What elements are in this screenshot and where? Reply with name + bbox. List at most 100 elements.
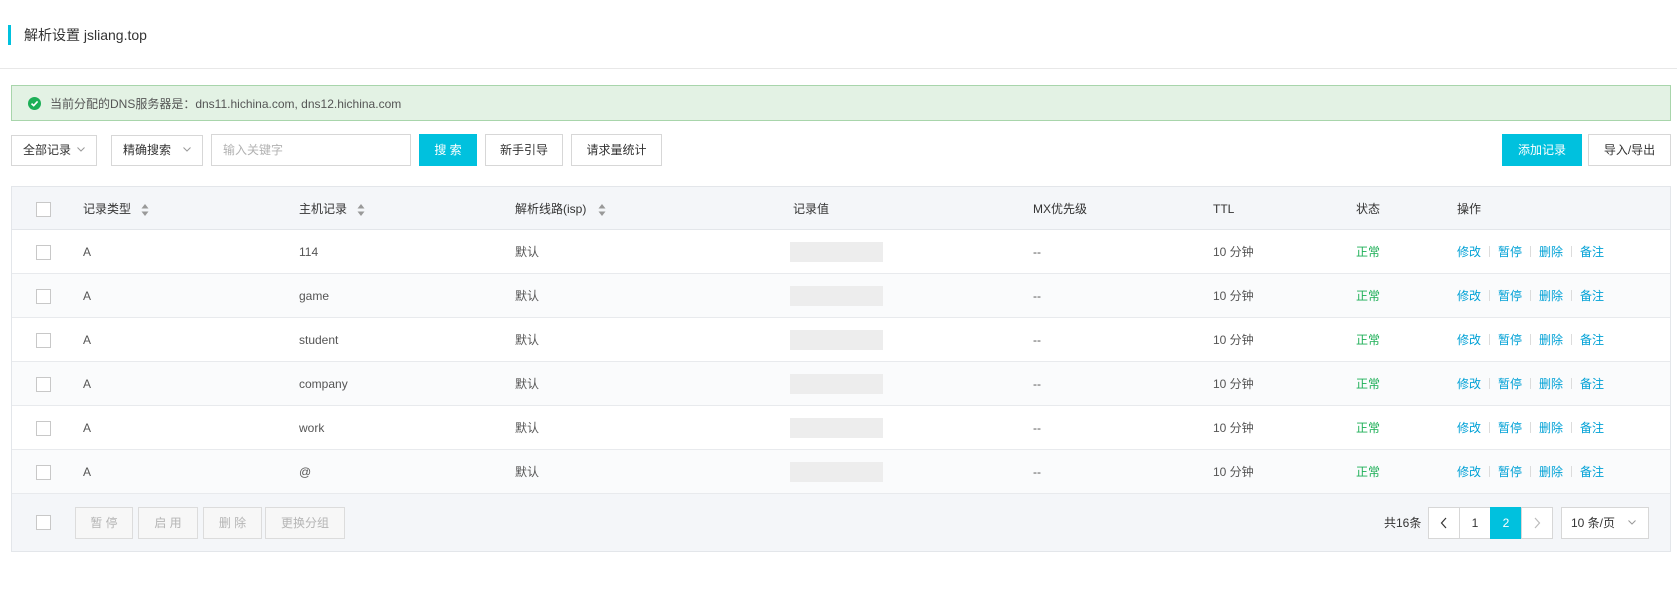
pause-link[interactable]: 暂停 — [1498, 333, 1522, 347]
record-type: A — [83, 421, 92, 435]
column-header-value: 记录值 — [793, 202, 830, 216]
keyword-search-input[interactable] — [211, 134, 411, 166]
record-type: A — [83, 465, 92, 479]
pause-link[interactable]: 暂停 — [1498, 377, 1522, 391]
page-size-select[interactable]: 10 条/页 — [1561, 507, 1649, 539]
host-record: @ — [299, 465, 312, 479]
edit-link[interactable]: 修改 — [1457, 289, 1481, 303]
add-record-button[interactable]: 添加记录 — [1502, 134, 1582, 166]
sort-icon[interactable] — [598, 203, 606, 217]
record-filter-select[interactable]: 全部记录 — [11, 135, 97, 166]
ttl-value: 10 分钟 — [1213, 421, 1254, 435]
row-checkbox[interactable] — [36, 333, 51, 348]
divider — [1571, 290, 1573, 301]
edit-link[interactable]: 修改 — [1457, 245, 1481, 259]
select-all-checkbox[interactable] — [36, 202, 51, 217]
title-accent-bar — [8, 25, 11, 45]
mx-priority: -- — [1033, 245, 1041, 259]
sort-icon[interactable] — [357, 203, 365, 217]
note-link[interactable]: 备注 — [1580, 245, 1604, 259]
change-group-button[interactable]: 更换分组 — [265, 507, 345, 539]
record-value-redacted — [790, 374, 883, 394]
column-header-ops: 操作 — [1457, 202, 1482, 216]
next-page-button[interactable] — [1521, 507, 1553, 539]
delete-link[interactable]: 删除 — [1539, 421, 1563, 435]
pause-link[interactable]: 暂停 — [1498, 421, 1522, 435]
import-export-button[interactable]: 导入/导出 — [1588, 134, 1671, 166]
record-value-redacted — [790, 286, 883, 306]
divider — [1489, 246, 1491, 257]
divider — [1489, 290, 1491, 301]
host-record: student — [299, 333, 339, 347]
row-actions: 修改 暂停 删除 备注 — [1457, 376, 1604, 392]
ttl-value: 10 分钟 — [1213, 245, 1254, 259]
delete-link[interactable]: 删除 — [1539, 245, 1563, 259]
row-checkbox[interactable] — [36, 245, 51, 260]
page-button-2[interactable]: 2 — [1490, 507, 1522, 539]
row-checkbox[interactable] — [36, 289, 51, 304]
delete-link[interactable]: 删除 — [1539, 377, 1563, 391]
delete-link[interactable]: 删除 — [1539, 289, 1563, 303]
resolution-line: 默认 — [515, 465, 540, 479]
row-checkbox[interactable] — [36, 421, 51, 436]
mx-priority: -- — [1033, 465, 1041, 479]
chevron-left-icon — [1440, 517, 1447, 529]
page-size-label: 10 条/页 — [1571, 516, 1616, 530]
edit-link[interactable]: 修改 — [1457, 465, 1481, 479]
edit-link[interactable]: 修改 — [1457, 421, 1481, 435]
resolution-line: 默认 — [515, 245, 540, 259]
record-value-redacted — [790, 462, 883, 482]
pause-link[interactable]: 暂停 — [1498, 245, 1522, 259]
total-count: 共16条 — [1384, 516, 1422, 530]
batch-pause-button[interactable]: 暂 停 — [75, 507, 133, 539]
divider — [1530, 466, 1532, 477]
chevron-down-icon — [77, 147, 85, 152]
dns-server-notice: 当前分配的DNS服务器是：dns11.hichina.com, dns12.hi… — [11, 85, 1671, 121]
row-actions: 修改 暂停 删除 备注 — [1457, 420, 1604, 436]
pause-link[interactable]: 暂停 — [1498, 465, 1522, 479]
page-header: 解析设置 jsliang.top — [0, 0, 1677, 69]
divider — [1571, 246, 1573, 257]
edit-link[interactable]: 修改 — [1457, 377, 1481, 391]
check-circle-icon — [28, 97, 41, 110]
select-all-footer-checkbox[interactable] — [36, 515, 51, 530]
status-badge: 正常 — [1356, 377, 1381, 391]
toolbar: 全部记录 精确搜索 搜 索 新手引导 请求量统计 添加记录 导入/导出 — [11, 134, 1671, 166]
record-type: A — [83, 289, 92, 303]
row-checkbox[interactable] — [36, 465, 51, 480]
edit-link[interactable]: 修改 — [1457, 333, 1481, 347]
divider — [1530, 378, 1532, 389]
search-mode-select[interactable]: 精确搜索 — [111, 135, 203, 166]
resolution-line: 默认 — [515, 421, 540, 435]
sort-icon[interactable] — [141, 203, 149, 217]
mx-priority: -- — [1033, 289, 1041, 303]
search-button[interactable]: 搜 索 — [419, 134, 477, 166]
host-record: game — [299, 289, 330, 303]
note-link[interactable]: 备注 — [1580, 377, 1604, 391]
note-link[interactable]: 备注 — [1580, 465, 1604, 479]
delete-link[interactable]: 删除 — [1539, 333, 1563, 347]
column-header-status: 状态 — [1356, 202, 1381, 216]
divider — [1571, 422, 1573, 433]
table-row: A 114 默认 -- 10 分钟 正常 修改 暂停 删除 备注 — [12, 230, 1670, 274]
note-link[interactable]: 备注 — [1580, 421, 1604, 435]
note-link[interactable]: 备注 — [1580, 289, 1604, 303]
column-header-type: 记录类型 — [83, 202, 132, 216]
pause-link[interactable]: 暂停 — [1498, 289, 1522, 303]
batch-enable-button[interactable]: 启 用 — [138, 507, 198, 539]
chevron-down-icon — [183, 147, 191, 152]
chevron-right-icon — [1534, 517, 1541, 529]
delete-link[interactable]: 删除 — [1539, 465, 1563, 479]
page-button-1[interactable]: 1 — [1459, 507, 1491, 539]
prev-page-button[interactable] — [1428, 507, 1460, 539]
guide-button[interactable]: 新手引导 — [485, 134, 563, 166]
request-stats-button[interactable]: 请求量统计 — [571, 134, 662, 166]
divider — [1530, 246, 1532, 257]
row-actions: 修改 暂停 删除 备注 — [1457, 464, 1604, 480]
table-row: A work 默认 -- 10 分钟 正常 修改 暂停 删除 备注 — [12, 406, 1670, 450]
resolution-line: 默认 — [515, 289, 540, 303]
row-checkbox[interactable] — [36, 377, 51, 392]
note-link[interactable]: 备注 — [1580, 333, 1604, 347]
column-header-line: 解析线路(isp) — [515, 202, 587, 216]
batch-delete-button[interactable]: 删 除 — [203, 507, 262, 539]
